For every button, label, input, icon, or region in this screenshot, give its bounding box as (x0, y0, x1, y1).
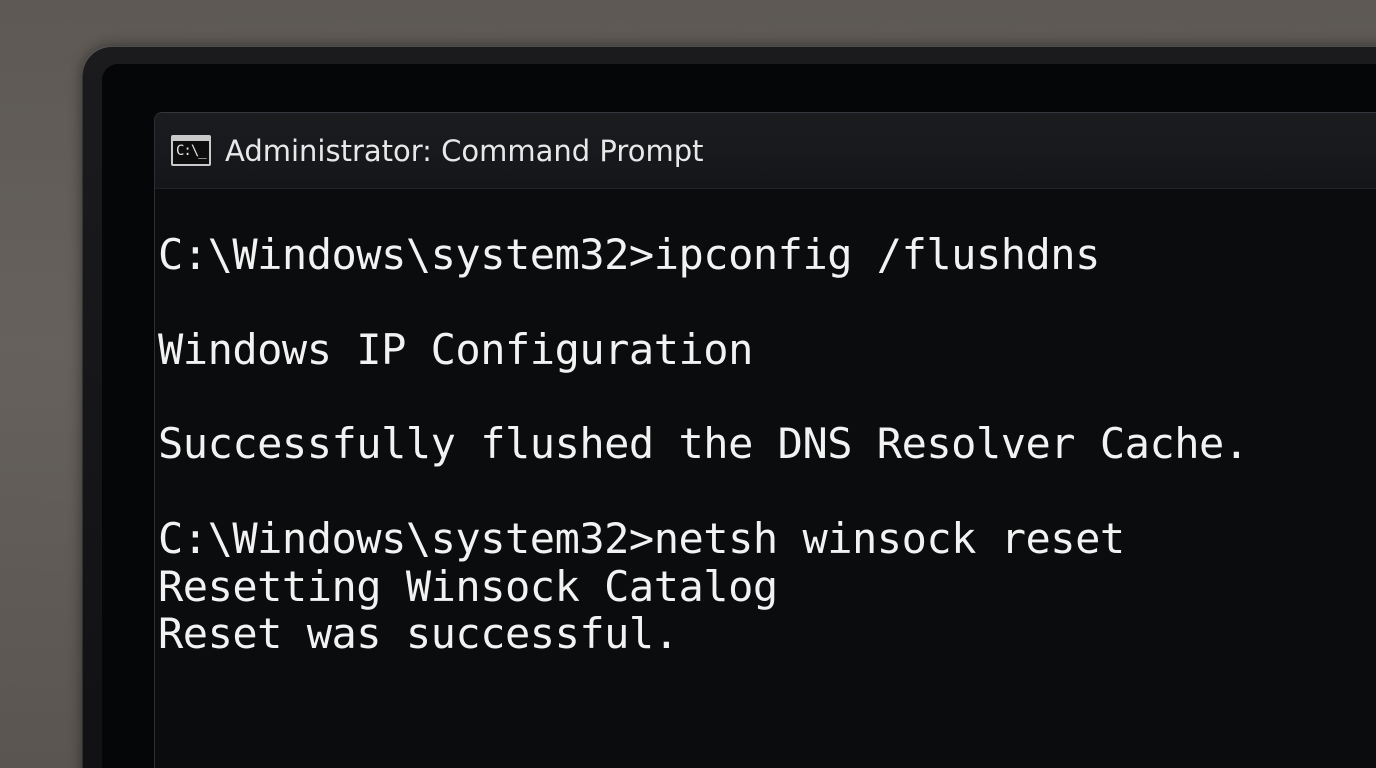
console-line-output: Reset was successful. (158, 609, 679, 658)
command-prompt-icon[interactable]: C:\_ (171, 135, 211, 166)
command-prompt-icon-glyph: C:\_ (176, 143, 207, 159)
console-output[interactable]: C:\Windows\system32>ipconfig /flushdns W… (155, 189, 1376, 768)
monitor-bezel: C:\_ Administrator: Command Prompt C:\Wi… (82, 46, 1376, 768)
title-bar[interactable]: C:\_ Administrator: Command Prompt (155, 113, 1376, 189)
console-line-command: C:\Windows\system32>netsh winsock reset (158, 514, 1125, 563)
console-line-command: C:\Windows\system32>ipconfig /flushdns (158, 230, 1100, 279)
screen: C:\_ Administrator: Command Prompt C:\Wi… (102, 64, 1376, 768)
console-line-output: Successfully flushed the DNS Resolver Ca… (158, 419, 1249, 468)
window-title: Administrator: Command Prompt (225, 134, 704, 168)
command-prompt-window[interactable]: C:\_ Administrator: Command Prompt C:\Wi… (154, 112, 1376, 768)
console-line-output: Windows IP Configuration (158, 325, 753, 374)
console-line-output: Resetting Winsock Catalog (158, 562, 778, 611)
